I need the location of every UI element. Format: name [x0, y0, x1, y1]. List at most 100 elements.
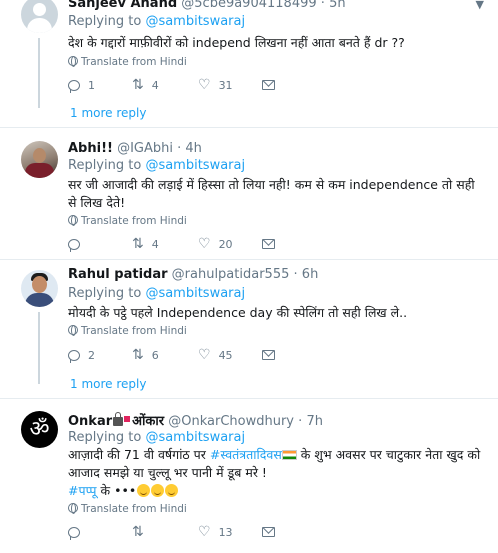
hashtag-link[interactable]: #स्वतंत्रतादिवस: [210, 447, 282, 462]
reply-count: 1: [88, 78, 95, 92]
more-replies-link[interactable]: 1 more reply: [70, 377, 146, 391]
replying-to: Replying to @sambitswaraj: [68, 430, 245, 445]
retweet-count: 4: [151, 237, 159, 251]
reply-button[interactable]: [68, 237, 88, 252]
like-count: 31: [218, 78, 233, 92]
retweet-count: 6: [151, 348, 159, 362]
thread-line: [38, 38, 40, 108]
replying-to: Replying to @sambitswaraj: [68, 286, 245, 301]
timestamp[interactable]: 4h: [185, 141, 202, 156]
envelope-icon: [262, 239, 275, 249]
like-button[interactable]: ♡ 20: [198, 237, 233, 251]
thread-line: [38, 312, 40, 384]
lock-icon: [113, 412, 124, 426]
reply-button[interactable]: [68, 525, 88, 540]
tweet-abhi[interactable]: Abhi!! @IGAbhi · 4h Replying to @sambits…: [0, 128, 498, 260]
avatar[interactable]: ॐ: [21, 411, 58, 448]
retweet-icon: ⇅: [132, 236, 144, 252]
translate-label: Translate from Hindi: [81, 56, 187, 68]
envelope-icon: [262, 350, 275, 360]
separator-dot: ·: [177, 141, 182, 156]
reply-button[interactable]: 2: [68, 348, 95, 363]
more-replies-link[interactable]: 1 more reply: [70, 106, 146, 120]
translate-link[interactable]: Translate from Hindi: [68, 503, 187, 515]
replying-to: Replying to @sambitswaraj: [68, 14, 245, 29]
envelope-icon: [262, 80, 275, 90]
name-suffix: ओंकार: [132, 414, 165, 429]
tweet-actions: ⇅ ♡ 13: [68, 525, 318, 540]
like-count: 45: [218, 348, 233, 362]
retweet-button[interactable]: ⇅ 4: [132, 78, 159, 92]
replying-label: Replying to: [68, 430, 142, 445]
display-name[interactable]: Rahul patidar: [68, 267, 168, 282]
dm-button[interactable]: [262, 237, 275, 251]
tweet-text: सर जी आजादी की लड़ाई में हिस्सा तो लिया …: [68, 177, 475, 210]
heart-icon: ♡: [198, 77, 211, 93]
retweet-icon: ⇅: [132, 77, 144, 93]
tweet-onkar[interactable]: ॐ Onkar ओंकार @OnkarChowdhury · 7h Replyi…: [0, 399, 498, 553]
retweet-button[interactable]: ⇅ 6: [132, 348, 159, 362]
replying-label: Replying to: [68, 286, 142, 301]
tweet-sanjeev[interactable]: Sanjeev Anand @5cbe9a904118499 · 5h ▼ Re…: [0, 0, 498, 128]
separator-dot: ·: [293, 267, 298, 282]
dm-button[interactable]: [262, 78, 275, 92]
hashtag-link[interactable]: #पप्पू: [68, 483, 97, 498]
user-handle[interactable]: @IGAbhi: [117, 141, 173, 156]
user-handle[interactable]: @OnkarChowdhury: [168, 414, 294, 429]
text-segment: के •••: [96, 483, 137, 498]
avatar[interactable]: [21, 141, 58, 178]
globe-icon: [68, 503, 78, 514]
reply-button[interactable]: 1: [68, 78, 95, 93]
display-name[interactable]: Onkar ओंकार: [68, 412, 165, 429]
translate-link[interactable]: Translate from Hindi: [68, 325, 187, 337]
reply-icon: [68, 79, 80, 93]
reply-icon: [68, 526, 80, 540]
timestamp[interactable]: 6h: [302, 267, 319, 282]
dm-button[interactable]: [262, 525, 275, 539]
tweet-text: मोयदी के पट्ठे पहले Independence day की …: [68, 305, 408, 320]
tweet-header: Sanjeev Anand @5cbe9a904118499 · 5h: [68, 0, 346, 11]
display-name[interactable]: Abhi!!: [68, 141, 113, 156]
like-button[interactable]: ♡ 45: [198, 348, 233, 362]
tweet-actions: 1 ⇅ 4 ♡ 31: [68, 78, 318, 93]
translate-link[interactable]: Translate from Hindi: [68, 215, 187, 227]
user-handle[interactable]: @5cbe9a904118499: [181, 0, 316, 11]
retweet-icon: ⇅: [132, 347, 144, 363]
globe-icon: [68, 325, 78, 336]
retweet-button[interactable]: ⇅: [132, 525, 152, 539]
globe-icon: [68, 215, 78, 226]
translate-label: Translate from Hindi: [81, 325, 187, 337]
like-count: 13: [218, 525, 233, 539]
translate-label: Translate from Hindi: [81, 215, 187, 227]
translate-label: Translate from Hindi: [81, 503, 187, 515]
avatar[interactable]: [21, 0, 58, 33]
replying-handle[interactable]: @sambitswaraj: [145, 158, 245, 173]
tweet-rahul[interactable]: Rahul patidar @rahulpatidar555 · 6h Repl…: [0, 260, 498, 399]
badge-icon: [124, 416, 131, 422]
retweet-button[interactable]: ⇅ 4: [132, 237, 159, 251]
avatar[interactable]: [21, 270, 58, 307]
tweet-header: Onkar ओंकार @OnkarChowdhury · 7h: [68, 411, 323, 429]
replying-label: Replying to: [68, 158, 142, 173]
tweet-text: आज़ादी की 71 वी वर्षगांठ पर #स्वतंत्रताद…: [68, 446, 483, 500]
replying-handle[interactable]: @sambitswaraj: [145, 286, 245, 301]
user-handle[interactable]: @rahulpatidar555: [172, 267, 290, 282]
chevron-down-icon[interactable]: ▼: [476, 0, 484, 11]
timestamp[interactable]: 5h: [329, 0, 346, 11]
replying-handle[interactable]: @sambitswaraj: [145, 430, 245, 445]
tweet-actions: ⇅ 4 ♡ 20: [68, 237, 318, 252]
dm-button[interactable]: [262, 348, 275, 362]
india-flag-icon: [281, 450, 297, 460]
heart-icon: ♡: [198, 236, 211, 252]
like-button[interactable]: ♡ 13: [198, 525, 233, 539]
like-count: 20: [218, 237, 233, 251]
separator-dot: ·: [298, 414, 303, 429]
replying-label: Replying to: [68, 14, 142, 29]
heart-icon: ♡: [198, 524, 211, 540]
like-button[interactable]: ♡ 31: [198, 78, 233, 92]
translate-link[interactable]: Translate from Hindi: [68, 56, 187, 68]
tweet-text: देश के गद्दारों माफ़ीवीरों को independ ल…: [68, 35, 405, 50]
replying-handle[interactable]: @sambitswaraj: [145, 14, 245, 29]
display-name[interactable]: Sanjeev Anand: [68, 0, 177, 11]
timestamp[interactable]: 7h: [306, 414, 323, 429]
